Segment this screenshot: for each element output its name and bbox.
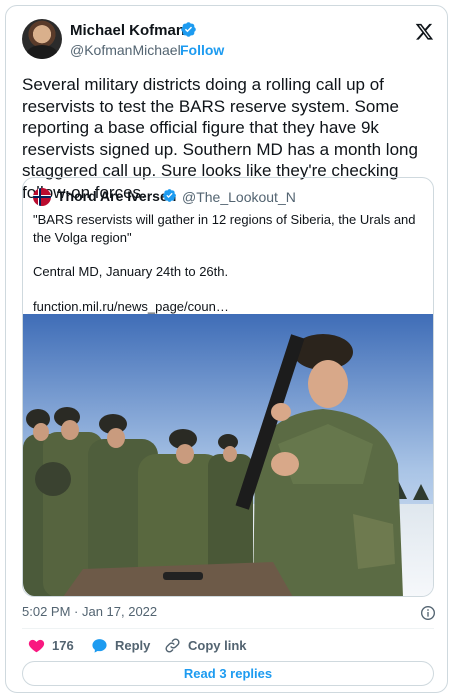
separator-dot: · <box>169 42 174 58</box>
verified-badge-icon <box>163 189 176 202</box>
soldiers-photo[interactable] <box>23 314 433 597</box>
tweet-card: Michael Kofman @KofmanMichael · Follow S… <box>5 5 448 693</box>
x-logo-icon[interactable] <box>415 22 434 41</box>
copy-link-button[interactable]: Copy link <box>164 636 247 654</box>
quoted-link[interactable]: function.mil.ru/news_page/coun… <box>33 298 428 316</box>
action-bar: 176 Reply Copy link <box>22 636 434 656</box>
link-icon <box>165 637 180 653</box>
quoted-tweet[interactable]: Thord Are Iversen @The_Lookout_N "BARS r… <box>22 177 434 597</box>
quoted-tweet-text: "BARS reservists will gather in 12 regio… <box>33 211 428 315</box>
quoted-text-line: "BARS reservists will gather in 12 regio… <box>33 212 416 245</box>
author-name[interactable]: Michael Kofman <box>70 22 185 39</box>
read-replies-button[interactable]: Read 3 replies <box>22 661 434 686</box>
author-handle[interactable]: @KofmanMichael <box>70 42 181 58</box>
like-button[interactable]: 176 <box>28 636 74 654</box>
copy-link-label: Copy link <box>188 637 247 653</box>
author-avatar[interactable] <box>22 19 62 59</box>
heart-icon <box>28 639 45 652</box>
reply-label: Reply <box>115 637 151 653</box>
quoted-author-name[interactable]: Thord Are Iversen <box>57 188 176 204</box>
quoted-author-handle[interactable]: @The_Lookout_N <box>182 189 296 205</box>
info-icon[interactable] <box>420 605 436 621</box>
tweet-timestamp[interactable]: 5:02 PM · Jan 17, 2022 <box>22 604 157 619</box>
reply-bubble-icon <box>92 638 107 653</box>
norway-flag-avatar[interactable] <box>33 188 51 206</box>
like-count: 176 <box>52 637 74 653</box>
follow-button[interactable]: Follow <box>180 42 224 58</box>
quoted-text-line: Central MD, January 24th to 26th. <box>33 264 229 279</box>
reply-button[interactable]: Reply <box>91 636 150 654</box>
verified-badge-icon <box>181 22 196 37</box>
divider <box>22 628 434 629</box>
